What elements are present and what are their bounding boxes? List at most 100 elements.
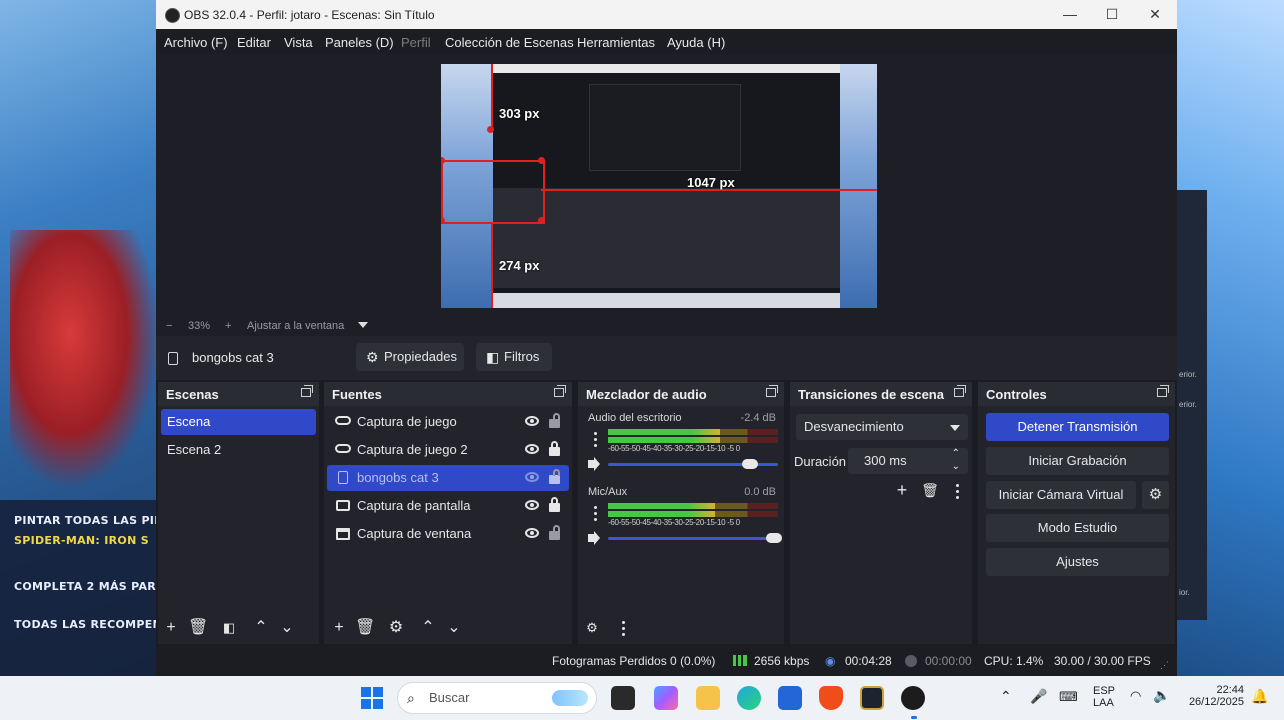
studio-mode-button[interactable]: Modo Estudio <box>986 514 1169 542</box>
speaker-icon[interactable] <box>588 457 600 471</box>
visibility-eye-icon[interactable] <box>525 528 539 538</box>
close-button[interactable]: ✕ <box>1137 4 1173 25</box>
start-virtual-camera-button[interactable]: Iniciar Cámara Virtual <box>986 481 1136 509</box>
zoom-dropdown-icon[interactable] <box>358 322 368 328</box>
tray-overflow-icon[interactable]: ⌃ <box>1000 688 1012 705</box>
remove-transition-icon[interactable]: 🗑 <box>920 480 940 500</box>
file-explorer-icon[interactable] <box>696 686 720 710</box>
source-item[interactable]: Captura de ventana <box>327 521 569 547</box>
taskbar-search[interactable]: ⌕ Buscar <box>397 682 597 714</box>
move-down-icon[interactable]: ⌄ <box>277 618 297 638</box>
mixer-menu-icon[interactable] <box>622 621 625 636</box>
move-down-icon[interactable]: ⌄ <box>444 618 464 638</box>
notification-bell-icon[interactable]: 🔔 <box>1251 688 1268 705</box>
scene-item[interactable]: Escena <box>161 409 316 435</box>
volume-slider[interactable] <box>608 537 778 540</box>
channel-menu-icon[interactable] <box>594 432 597 447</box>
obs-taskbar-icon[interactable] <box>901 686 925 710</box>
clock[interactable]: 22:44 26/12/2025 <box>1184 684 1244 708</box>
remove-scene-icon[interactable]: 🗑 <box>188 618 208 638</box>
undock-icon[interactable] <box>554 385 566 397</box>
microphone-icon[interactable]: 🎤 <box>1030 688 1047 705</box>
menu-help[interactable]: Ayuda (H) <box>667 35 725 50</box>
lock-icon[interactable] <box>549 441 560 456</box>
scene-filters-icon[interactable]: ◧ <box>219 618 239 638</box>
advanced-audio-gear-icon[interactable]: ⚙ <box>582 618 602 638</box>
fit-window-option[interactable]: Ajustar a la ventana <box>247 320 344 332</box>
add-transition-icon[interactable]: + <box>892 480 912 500</box>
duration-spinbox[interactable]: 300 ms ⌃ ⌄ <box>848 448 968 474</box>
add-scene-icon[interactable]: + <box>161 618 181 638</box>
controls-dock-header: Controles <box>978 382 1175 406</box>
task-view-icon[interactable] <box>611 686 635 710</box>
resize-handle[interactable] <box>538 217 545 224</box>
menu-profile[interactable]: Perfil <box>401 35 431 50</box>
windows-start-icon[interactable] <box>361 687 383 709</box>
resize-handle[interactable] <box>487 126 494 133</box>
source-item[interactable]: Captura de juego <box>327 409 569 435</box>
volume-knob[interactable] <box>766 533 782 543</box>
speaker-icon[interactable] <box>588 531 600 545</box>
menu-tools[interactable]: Herramientas <box>577 35 655 50</box>
channel-menu-icon[interactable] <box>594 506 597 521</box>
source-item[interactable]: bongobs cat 3 <box>327 465 569 491</box>
brave-icon[interactable] <box>819 686 843 710</box>
transition-select[interactable]: Desvanecimiento <box>796 414 968 440</box>
properties-button[interactable]: ⚙ Propiedades <box>356 343 464 371</box>
menu-docks[interactable]: Paneles (D) <box>325 35 394 50</box>
menu-scene-collection[interactable]: Colección de Escenas <box>445 35 574 50</box>
filters-button[interactable]: ◧ Filtros <box>476 343 552 371</box>
lock-icon[interactable] <box>549 497 560 512</box>
zoom-in-button[interactable]: + <box>225 320 231 332</box>
unlocked-icon[interactable] <box>549 469 560 484</box>
guide-label-bottom: 274 px <box>499 258 540 273</box>
menu-file[interactable]: Archivo (F) <box>164 35 228 50</box>
resize-handle[interactable] <box>538 157 545 164</box>
source-selection-box[interactable] <box>441 160 545 224</box>
undock-icon[interactable] <box>954 385 966 397</box>
move-up-icon[interactable]: ⌃ <box>418 618 438 638</box>
keyboard-icon[interactable]: ⌨ <box>1059 689 1078 705</box>
add-source-icon[interactable]: + <box>329 618 349 638</box>
source-item[interactable]: Captura de juego 2 <box>327 437 569 463</box>
transition-menu-icon[interactable] <box>956 484 959 499</box>
scene-item[interactable]: Escena 2 <box>161 437 316 463</box>
copilot-icon[interactable] <box>654 686 678 710</box>
title-bar[interactable]: OBS 32.0.4 - Perfil: jotaro - Escenas: S… <box>156 0 1177 29</box>
resize-grip-icon[interactable]: ⋰ <box>1160 660 1169 671</box>
store-icon[interactable] <box>778 686 802 710</box>
unlocked-icon[interactable] <box>549 525 560 540</box>
unlocked-icon[interactable] <box>549 413 560 428</box>
remove-source-icon[interactable]: 🗑 <box>355 618 375 638</box>
undock-icon[interactable] <box>1157 385 1169 397</box>
language-indicator[interactable]: ESP LAA <box>1093 685 1115 709</box>
hidden-eye-icon[interactable] <box>525 472 539 482</box>
volume-knob[interactable] <box>742 459 759 469</box>
move-up-icon[interactable]: ⌃ <box>251 618 271 638</box>
visibility-eye-icon[interactable] <box>525 500 539 510</box>
minimize-button[interactable]: — <box>1052 4 1088 25</box>
maximize-button[interactable]: ☐ <box>1094 4 1130 25</box>
source-properties-gear-icon[interactable]: ⚙ <box>386 618 406 638</box>
sources-title: Fuentes <box>332 387 382 402</box>
zoom-out-button[interactable]: − <box>166 320 172 332</box>
wifi-icon[interactable]: ◠ <box>1130 688 1141 704</box>
edge-icon[interactable] <box>737 686 761 710</box>
source-item[interactable]: Captura de pantalla <box>327 493 569 519</box>
virtual-camera-gear-icon[interactable]: ⚙ <box>1142 481 1169 509</box>
source-toolbar: bongobs cat 3 ⚙ Propiedades ◧ Filtros <box>156 336 1177 380</box>
preview-area[interactable]: 303 px 1047 px 274 px <box>156 54 1177 318</box>
volume-icon[interactable]: 🔈 <box>1153 687 1170 704</box>
visibility-eye-icon[interactable] <box>525 444 539 454</box>
settings-button[interactable]: Ajustes <box>986 548 1169 576</box>
spin-down-icon[interactable]: ⌄ <box>952 454 960 480</box>
start-recording-button[interactable]: Iniciar Grabación <box>986 447 1169 475</box>
menu-edit[interactable]: Editar <box>237 35 271 50</box>
stop-streaming-button[interactable]: Detener Transmisión <box>986 413 1169 441</box>
undock-icon[interactable] <box>301 385 313 397</box>
menu-view[interactable]: Vista <box>284 35 313 50</box>
visibility-eye-icon[interactable] <box>525 416 539 426</box>
undock-icon[interactable] <box>766 385 778 397</box>
preview-canvas[interactable]: 303 px 1047 px 274 px <box>441 64 877 308</box>
game-app-icon[interactable] <box>860 686 884 710</box>
